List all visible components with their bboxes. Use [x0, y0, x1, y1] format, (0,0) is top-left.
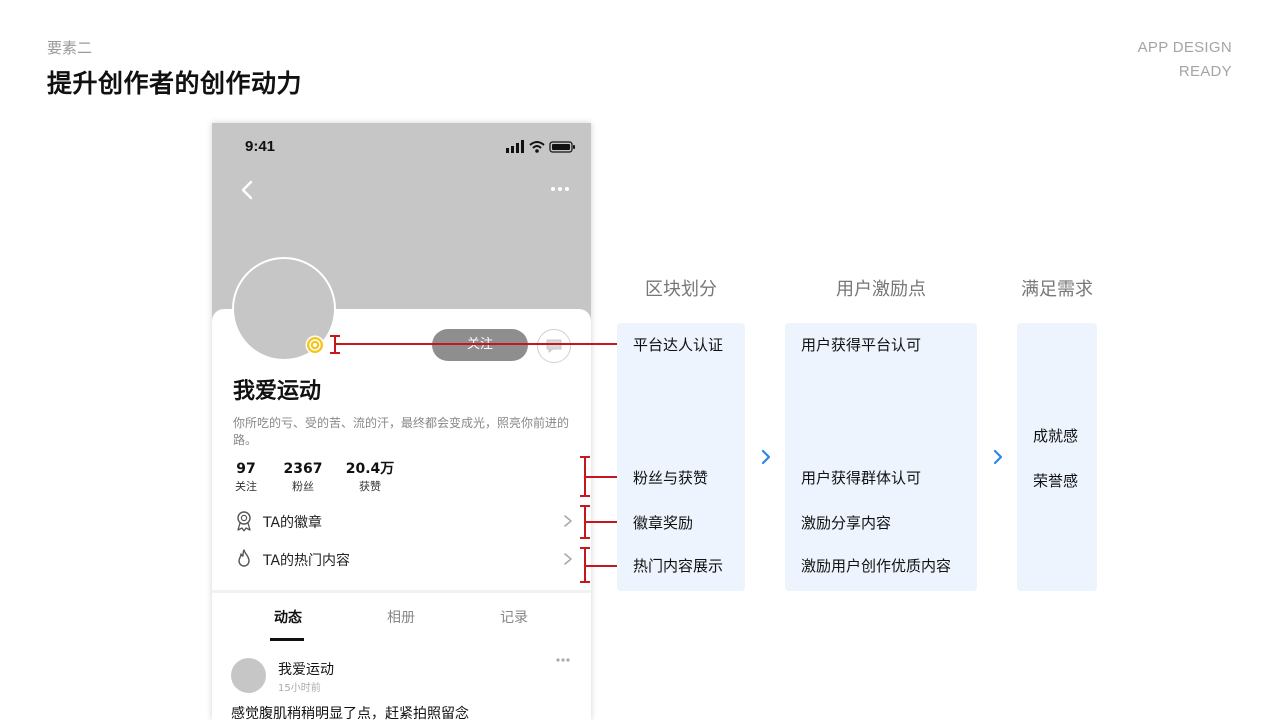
- phone-mockup: 9:41 关注 我爱运动 你所吃的亏、受的苦、流的汗，最终都会变成光，照亮你前进…: [212, 123, 591, 720]
- need-item: 荣誉感: [1033, 472, 1079, 490]
- section-label: 要素二: [47, 39, 93, 57]
- chevron-right-icon: [761, 449, 771, 465]
- entry-label: TA的徽章: [263, 515, 323, 531]
- column-heading-blocks: 区块划分: [645, 279, 717, 300]
- annotation-bracket-cap: [580, 537, 590, 539]
- page-title: 提升创作者的创作动力: [47, 69, 303, 98]
- column-heading-needs: 满足需求: [1021, 279, 1093, 300]
- annotation-bracket-cap: [580, 581, 590, 583]
- hot-content-entry[interactable]: TA的热门内容: [233, 547, 573, 571]
- profile-bio: 你所吃的亏、受的苦、流的汗，最终都会变成光，照亮你前进的路。: [233, 416, 570, 447]
- post-avatar[interactable]: [231, 658, 266, 693]
- stat-label: 获赞: [359, 480, 381, 493]
- post-username: 我爱运动: [278, 662, 334, 678]
- post-text: 感觉腹肌稍稍明显了点，赶紧拍照留念: [231, 706, 469, 720]
- annotation-bracket-cap: [580, 547, 590, 549]
- blocks-column: [617, 323, 745, 591]
- need-item: 成就感: [1033, 427, 1079, 445]
- brand-mark: APP DESIGN READY: [1138, 36, 1232, 84]
- medal-icon: [237, 511, 251, 532]
- chat-icon: [546, 339, 562, 353]
- talent-badge-icon: [305, 335, 325, 355]
- annotation-bracket-cap: [330, 352, 340, 354]
- entry-label: TA的热门内容: [263, 553, 351, 569]
- stat-fans[interactable]: 2367 粉丝: [280, 460, 326, 496]
- brand-line-1: APP DESIGN: [1137, 39, 1232, 56]
- annotation-bracket-cap: [580, 495, 590, 497]
- brand-line-2: READY: [1178, 63, 1232, 80]
- stat-label: 关注: [235, 480, 257, 493]
- tab-records[interactable]: 记录: [474, 607, 554, 627]
- incentive-item: 用户获得群体认可: [801, 469, 922, 487]
- status-bar-icons: [506, 140, 575, 153]
- incentives-column: [785, 323, 977, 591]
- annotation-bracket-cap: [580, 505, 590, 507]
- active-tab-indicator: [270, 638, 304, 641]
- incentive-item: 激励分享内容: [801, 514, 892, 532]
- flame-icon: [238, 549, 250, 567]
- block-item: 平台达人认证: [633, 336, 724, 354]
- stat-likes[interactable]: 20.4万 获赞: [343, 460, 397, 496]
- annotation-bracket-cap: [330, 335, 340, 337]
- chevron-right-icon: [564, 553, 572, 565]
- status-time: 9:41: [245, 138, 276, 155]
- post-timestamp: 15小时前: [278, 683, 321, 694]
- needs-column: [1017, 323, 1097, 591]
- block-item: 热门内容展示: [633, 557, 724, 575]
- block-item: 粉丝与获赞: [633, 469, 709, 487]
- stat-label: 粉丝: [292, 480, 314, 493]
- profile-username: 我爱运动: [233, 379, 322, 404]
- stat-value: 20.4万: [345, 461, 395, 477]
- post-more-icon[interactable]: [555, 657, 571, 663]
- follow-button[interactable]: 关注: [432, 329, 528, 361]
- back-icon[interactable]: [238, 179, 258, 201]
- badges-entry[interactable]: TA的徽章: [233, 509, 573, 533]
- tab-album[interactable]: 相册: [361, 607, 441, 627]
- tab-feed[interactable]: 动态: [248, 607, 328, 627]
- more-icon[interactable]: [549, 183, 571, 195]
- incentive-item: 激励用户创作优质内容: [801, 557, 952, 575]
- stat-following[interactable]: 97 关注: [229, 460, 263, 496]
- block-item: 徽章奖励: [633, 514, 694, 532]
- column-heading-incentives: 用户激励点: [836, 279, 926, 300]
- stat-value: 2367: [283, 461, 323, 477]
- annotation-bracket-cap: [580, 456, 590, 458]
- section-divider: [212, 590, 591, 593]
- stat-value: 97: [236, 461, 256, 477]
- incentive-item: 用户获得平台认可: [801, 336, 922, 354]
- annotation-line: [336, 343, 628, 345]
- chevron-right-icon: [993, 449, 1003, 465]
- message-button[interactable]: [537, 329, 571, 363]
- chevron-right-icon: [564, 515, 572, 527]
